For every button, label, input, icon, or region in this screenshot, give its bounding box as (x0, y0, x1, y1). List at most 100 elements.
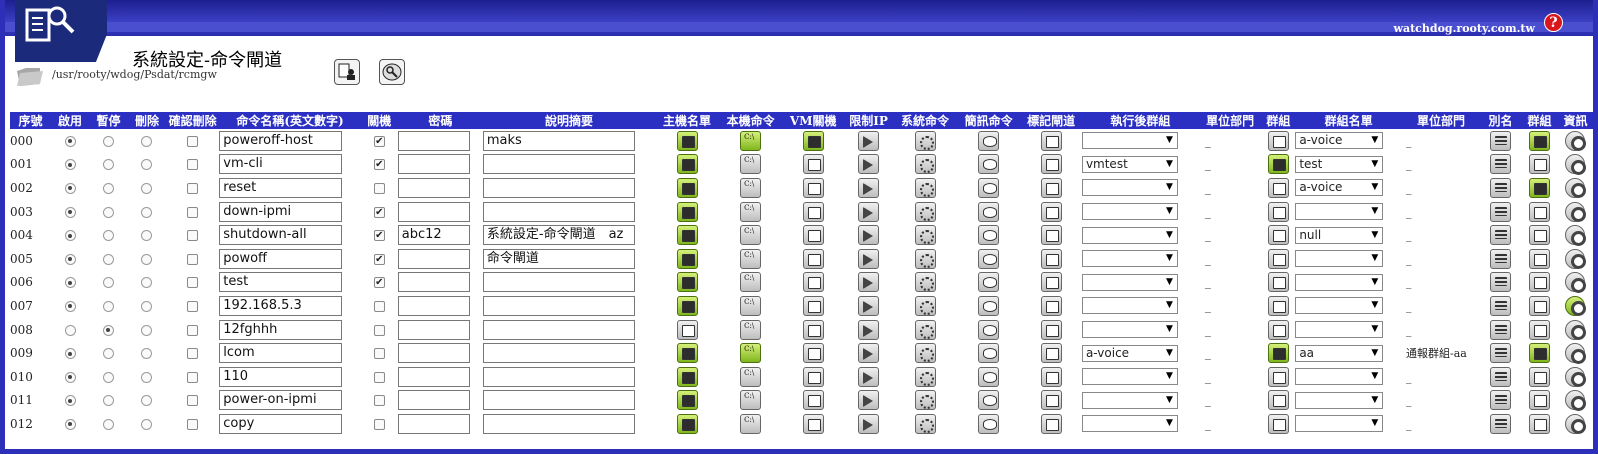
cli-command-icon[interactable] (740, 343, 762, 364)
command-name-input[interactable]: test (219, 272, 343, 293)
cli-command-icon[interactable] (740, 248, 762, 269)
description-input[interactable] (482, 154, 635, 175)
cli-command-icon[interactable] (740, 272, 762, 293)
mark-gateway-icon[interactable] (1040, 319, 1062, 340)
confirm-delete-checkbox[interactable] (187, 324, 199, 336)
cli-command-icon[interactable] (740, 413, 762, 434)
limit-ip-icon[interactable] (858, 248, 880, 269)
mark-gateway-icon[interactable] (1040, 390, 1062, 411)
cli-command-icon[interactable] (740, 295, 762, 316)
enable-radio[interactable] (64, 253, 76, 265)
group-icon[interactable] (1528, 201, 1550, 222)
system-command-icon[interactable] (914, 272, 936, 293)
pause-radio[interactable] (102, 324, 114, 336)
mark-gateway-icon[interactable] (1040, 248, 1062, 269)
enable-radio[interactable] (64, 182, 76, 194)
description-input[interactable] (482, 413, 635, 434)
shutdown-checkbox[interactable] (373, 324, 385, 336)
mark-gateway-icon[interactable] (1040, 225, 1062, 246)
group-icon[interactable] (1267, 319, 1289, 340)
limit-ip-icon[interactable] (858, 319, 880, 340)
system-command-icon[interactable] (914, 201, 936, 222)
system-command-icon[interactable] (914, 248, 936, 269)
delete-radio[interactable] (141, 371, 153, 383)
sms-command-icon[interactable] (978, 295, 1000, 316)
delete-radio[interactable] (141, 182, 153, 194)
after-group-select[interactable] (1081, 415, 1178, 433)
command-name-input[interactable]: 110 (219, 366, 343, 387)
password-input[interactable] (397, 154, 470, 175)
group-icon[interactable] (1528, 319, 1550, 340)
shutdown-checkbox[interactable]: ✔ (373, 206, 385, 218)
command-name-input[interactable]: reset (219, 177, 343, 198)
sms-command-icon[interactable] (978, 390, 1000, 411)
shutdown-checkbox[interactable] (373, 418, 385, 430)
pause-radio[interactable] (102, 253, 114, 265)
mark-gateway-icon[interactable] (1040, 413, 1062, 434)
confirm-delete-checkbox[interactable] (187, 277, 199, 289)
mark-gateway-icon[interactable] (1040, 130, 1062, 151)
confirm-delete-checkbox[interactable] (187, 395, 199, 407)
host-list-icon[interactable] (676, 390, 698, 411)
delete-radio[interactable] (141, 348, 153, 360)
description-input[interactable] (482, 295, 635, 316)
group-list-select[interactable] (1295, 273, 1384, 291)
delete-radio[interactable] (141, 159, 153, 171)
vm-shutdown-icon[interactable] (802, 177, 824, 198)
cli-command-icon[interactable] (740, 390, 762, 411)
description-input[interactable]: 命令閘道 (482, 248, 635, 269)
confirm-delete-checkbox[interactable] (187, 348, 199, 360)
pause-radio[interactable] (102, 277, 114, 289)
shutdown-checkbox[interactable] (373, 300, 385, 312)
sms-command-icon[interactable] (978, 343, 1000, 364)
group-list-select[interactable]: test (1295, 155, 1384, 173)
password-input[interactable] (397, 413, 470, 434)
password-input[interactable] (397, 201, 470, 222)
info-icon[interactable] (1565, 154, 1586, 175)
alias-icon[interactable] (1489, 130, 1511, 151)
info-icon[interactable] (1565, 413, 1586, 435)
enable-radio[interactable] (64, 206, 76, 218)
group-icon[interactable] (1528, 248, 1550, 269)
vm-shutdown-icon[interactable] (802, 154, 824, 175)
help-icon[interactable]: ? (1544, 13, 1563, 32)
limit-ip-icon[interactable] (858, 390, 880, 411)
confirm-delete-checkbox[interactable] (187, 253, 199, 265)
host-list-icon[interactable] (676, 272, 698, 293)
system-command-icon[interactable] (914, 225, 936, 246)
group-icon[interactable] (1267, 413, 1289, 434)
vm-shutdown-icon[interactable] (802, 272, 824, 293)
confirm-delete-checkbox[interactable] (187, 418, 199, 430)
limit-ip-icon[interactable] (858, 177, 880, 198)
sms-command-icon[interactable] (978, 225, 1000, 246)
sms-command-icon[interactable] (978, 201, 1000, 222)
limit-ip-icon[interactable] (858, 366, 880, 387)
after-group-select[interactable] (1081, 179, 1178, 197)
confirm-delete-checkbox[interactable] (187, 371, 199, 383)
group-icon[interactable] (1528, 366, 1550, 387)
group-list-button[interactable] (334, 59, 360, 85)
group-icon[interactable] (1528, 413, 1550, 434)
password-input[interactable] (397, 248, 470, 269)
alias-icon[interactable] (1489, 201, 1511, 222)
enable-radio[interactable] (64, 300, 76, 312)
host-list-icon[interactable] (676, 248, 698, 269)
host-list-icon[interactable] (676, 319, 698, 340)
system-command-icon[interactable] (914, 154, 936, 175)
mark-gateway-icon[interactable] (1040, 343, 1062, 364)
group-list-select[interactable] (1295, 368, 1384, 386)
sms-command-icon[interactable] (978, 248, 1000, 269)
limit-ip-icon[interactable] (858, 295, 880, 316)
enable-radio[interactable] (64, 371, 76, 383)
description-input[interactable] (482, 177, 635, 198)
alias-icon[interactable] (1489, 413, 1511, 434)
host-list-icon[interactable] (676, 295, 698, 316)
vm-shutdown-icon[interactable] (802, 319, 824, 340)
group-icon[interactable] (1267, 154, 1289, 175)
shutdown-checkbox[interactable]: ✔ (373, 159, 385, 171)
delete-radio[interactable] (141, 206, 153, 218)
info-icon[interactable] (1565, 225, 1586, 246)
confirm-delete-checkbox[interactable] (187, 182, 199, 194)
after-group-select[interactable] (1081, 297, 1178, 315)
group-icon[interactable] (1267, 201, 1289, 222)
